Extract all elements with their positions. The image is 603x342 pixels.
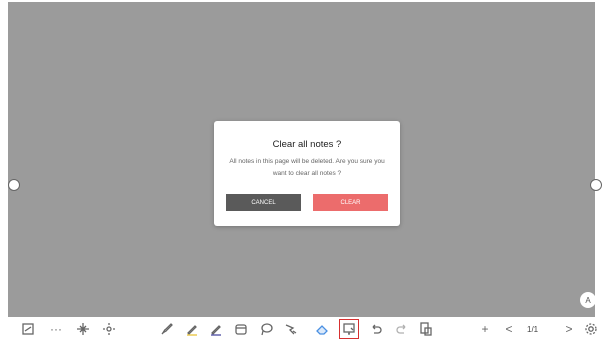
eraser-icon[interactable] (313, 320, 331, 338)
settings-icon[interactable] (582, 320, 600, 338)
move-icon[interactable] (74, 320, 92, 338)
lasso-icon[interactable] (257, 320, 275, 338)
clear-notes-dialog: Clear all notes ? All notes in this page… (214, 121, 400, 226)
brush-icon[interactable] (158, 320, 176, 338)
dialog-title: Clear all notes ? (272, 139, 342, 150)
left-side-handle[interactable] (8, 179, 20, 191)
bottom-toolbar: ··· + < 1/1 > (0, 317, 603, 342)
clear-button[interactable]: CLEAR (313, 194, 388, 211)
user-icon[interactable]: A (580, 292, 596, 308)
previous-page-icon[interactable]: < (500, 320, 518, 338)
pan-icon[interactable] (100, 320, 118, 338)
undo-icon[interactable] (367, 320, 385, 338)
highlighter-pen-icon[interactable] (183, 320, 201, 338)
right-side-handle[interactable] (590, 179, 602, 191)
page-indicator: 1/1 (527, 325, 539, 334)
pen-icon[interactable] (207, 320, 225, 338)
more-icon[interactable]: ··· (47, 320, 65, 338)
clear-screen-icon[interactable] (339, 319, 359, 339)
exit-whiteboard-icon[interactable] (19, 320, 37, 338)
next-page-icon[interactable]: > (560, 320, 578, 338)
dialog-message: All notes in this page will be deleted. … (229, 158, 385, 177)
select-icon[interactable] (282, 320, 300, 338)
add-page-icon[interactable]: + (476, 320, 494, 338)
redo-icon[interactable] (393, 320, 411, 338)
cancel-button[interactable]: CANCEL (226, 194, 301, 211)
page-list-icon[interactable] (417, 320, 435, 338)
shape-icon[interactable] (232, 320, 250, 338)
